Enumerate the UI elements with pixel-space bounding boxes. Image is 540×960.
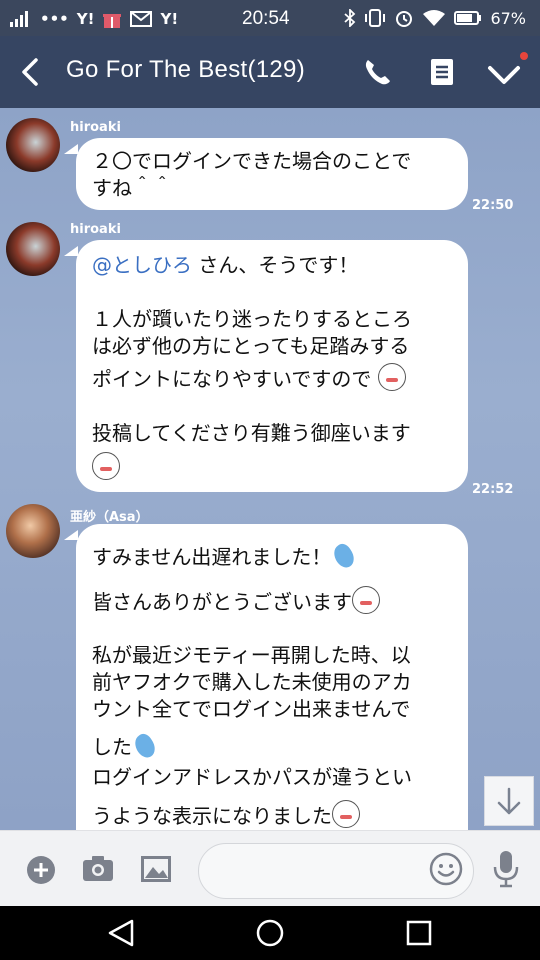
message-text: した [92, 735, 132, 759]
message-text: うような表示になりました [92, 804, 332, 828]
input-bar [0, 830, 540, 907]
status-right-icons: 67% [344, 8, 526, 28]
system-nav-bar [0, 906, 540, 960]
message-line: すみません出遅れました！ [92, 541, 359, 571]
vibrate-icon [365, 9, 386, 27]
sticker-emoji-icon [377, 363, 406, 391]
message-line: うような表示になりました [92, 800, 360, 830]
status-bar: ••• Y! Y! 20:54 67% [0, 0, 540, 36]
message-text: すみません出遅れました！ [92, 545, 332, 569]
message-line: 前ヤフオクで購入した未使用のアカ [92, 670, 412, 694]
sender-name: 亜紗（Asa） [70, 510, 149, 525]
sender-name: hiroaki [70, 120, 121, 135]
avatar[interactable] [6, 118, 60, 172]
message-line [92, 452, 120, 482]
message-line: 投稿してくださり有難う御座います [92, 421, 411, 445]
message-bubble[interactable]: @としひろ さん、そうです！ １人が躓いたり迷ったりするところ は必ず他の方にと… [76, 240, 468, 492]
sweat-drop-icon [330, 541, 359, 571]
more-dots-icon: ••• [40, 10, 69, 28]
message-bubble[interactable]: すみません出遅れました！ 皆さんありがとうございます 私が最近ジモティー再開した… [76, 524, 468, 830]
avatar[interactable] [6, 504, 60, 558]
bubble-tail [64, 246, 78, 256]
mic-icon[interactable] [492, 849, 520, 889]
bluetooth-icon [344, 9, 356, 27]
nav-recent-icon[interactable] [406, 920, 432, 946]
nav-home-icon[interactable] [256, 919, 284, 947]
chat-area[interactable]: hiroaki ２〇でログインできた場合のことで すね＾＾ 22:50 hiro… [0, 108, 540, 830]
notes-icon[interactable] [428, 56, 456, 88]
message-line: ウント全てでログイン出来ませんで [92, 697, 411, 721]
nav-back-icon[interactable] [106, 918, 136, 948]
message-text: 皆さんありがとうございます [92, 590, 352, 614]
yahoo-icon: Y! [160, 10, 179, 28]
message-line: @としひろ さん、そうです！ [92, 252, 358, 279]
battery-icon [454, 11, 482, 25]
sticker-emoji-icon [352, 586, 380, 614]
avatar[interactable] [6, 222, 60, 276]
sender-name: hiroaki [70, 222, 121, 237]
message-time: 22:52 [472, 482, 514, 497]
back-icon[interactable] [16, 56, 46, 88]
plus-icon[interactable] [26, 855, 56, 885]
chevron-down-icon[interactable] [486, 58, 522, 90]
status-time: 20:54 [242, 8, 290, 29]
message-line: すね＾＾ [92, 176, 172, 200]
yahoo-icon: Y! [76, 10, 95, 28]
message-line: ２〇でログインできた場合のことで [92, 149, 412, 173]
chat-title: Go For The Best(129) [66, 56, 305, 83]
phone-icon[interactable] [362, 56, 394, 88]
battery-percent: 67% [490, 8, 526, 28]
message-line: ポイントになりやすいですので [92, 363, 406, 393]
message-line: ログインアドレスかパスが違うとい [92, 765, 412, 789]
message-time: 22:50 [472, 198, 514, 213]
image-icon[interactable] [140, 855, 172, 883]
scroll-to-bottom-button[interactable] [484, 776, 534, 826]
bubble-tail [64, 530, 78, 540]
message-bubble[interactable]: ２〇でログインできた場合のことで すね＾＾ [76, 138, 468, 210]
message-line: １人が躓いたり迷ったりするところ [92, 307, 412, 331]
alarm-icon [396, 11, 413, 27]
camera-icon[interactable] [82, 853, 114, 883]
status-left-icons: ••• Y! Y! [10, 9, 178, 29]
chat-header: Go For The Best(129) [0, 36, 540, 108]
sweat-drop-icon [130, 731, 160, 761]
message-line: 私が最近ジモティー再開した時、以 [92, 643, 411, 667]
message-line: は必ず他の方にとっても足踏みする [92, 334, 410, 358]
sticker-emoji-icon [92, 452, 120, 480]
bubble-tail [64, 144, 78, 154]
arrow-down-icon [497, 787, 521, 815]
notification-dot [520, 52, 528, 60]
signal-icon [10, 11, 28, 27]
message-text: さん、そうです！ [192, 253, 359, 277]
smile-icon[interactable] [428, 851, 464, 887]
message-text: ポイントになりやすいですので [92, 367, 372, 391]
message-line: した [92, 731, 160, 761]
sticker-emoji-icon [332, 800, 360, 828]
message-line: 皆さんありがとうございます [92, 586, 380, 616]
mail-icon [130, 11, 153, 27]
mention-link[interactable]: @としひろ [92, 253, 192, 277]
gift-icon [103, 14, 122, 28]
wifi-icon [423, 10, 446, 26]
